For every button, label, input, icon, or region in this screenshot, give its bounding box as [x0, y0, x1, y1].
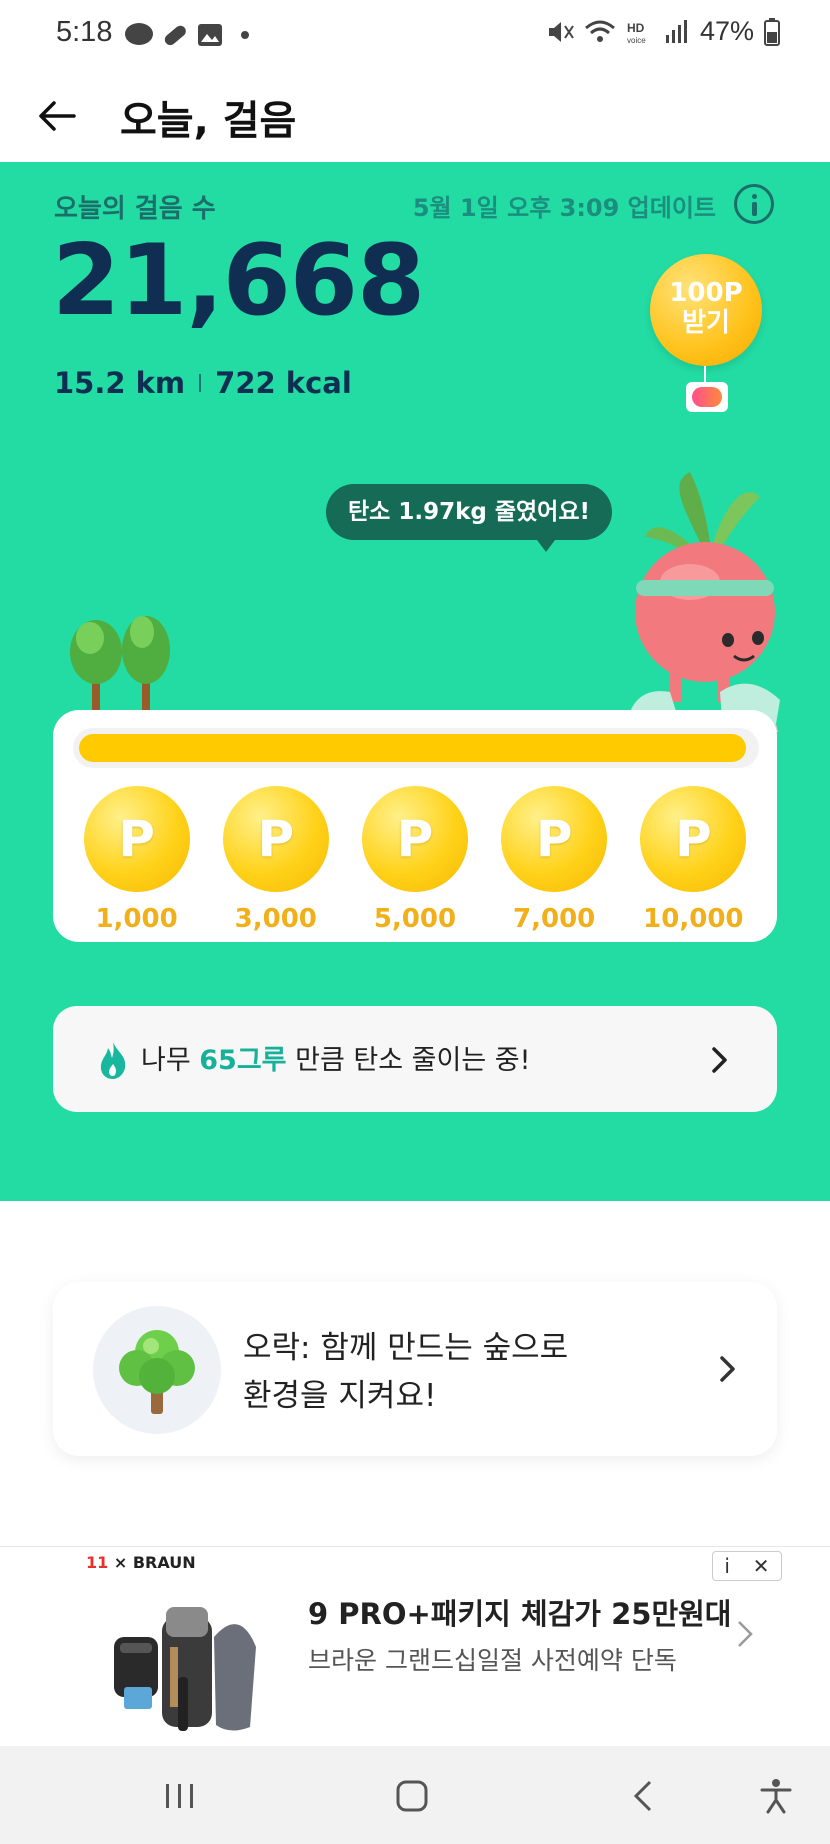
ad-subtitle: 브라운 그랜드십일절 사전예약 단독 — [308, 1646, 677, 1675]
steps-label: 오늘의 걸음 수 — [54, 194, 216, 224]
ad-brand-right: × BRAUN — [113, 1553, 196, 1572]
carbon-speech-bubble: 탄소 1.97kg 줄였어요! — [326, 484, 612, 540]
walk-stats: 15.2 km 722 kcal — [54, 366, 352, 400]
forest-card-line1: 오락: 함께 만드는 숲으로 — [243, 1330, 569, 1366]
milestone-label: 3,000 — [234, 904, 317, 934]
battery-icon — [764, 17, 780, 46]
info-icon[interactable] — [734, 184, 774, 224]
calories: 722 kcal — [215, 366, 352, 400]
tree-text-suffix: 만큼 탄소 줄이는 중! — [286, 1045, 531, 1076]
tree-count: 65그루 — [199, 1045, 287, 1076]
recent-apps-icon[interactable] — [160, 1776, 200, 1816]
svg-text:voice: voice — [627, 36, 646, 45]
point-coin-icon: P — [83, 786, 190, 892]
milestone-card: P 1,000 P 3,000 P 5,000 P 7,000 P 10,000 — [53, 710, 777, 942]
pill-notification-icon — [164, 25, 186, 46]
progress-track — [73, 728, 759, 768]
step-count: 21,668 — [52, 224, 425, 338]
milestone-label: 10,000 — [643, 904, 744, 934]
radish-mascot — [628, 472, 780, 737]
system-nav-bar — [0, 1746, 830, 1844]
svg-text:HD: HD — [627, 21, 645, 35]
trees-illustration — [70, 616, 170, 722]
carbon-tree-text: 나무 65그루 만큼 탄소 줄이는 중! — [141, 1038, 530, 1077]
milestone-item[interactable]: P 1,000 — [77, 786, 197, 934]
ad-title: 9 PRO+패키지 체감가 25만원대 — [308, 1597, 732, 1631]
balloon-string — [704, 366, 706, 382]
more-notifications-dot-icon — [241, 31, 249, 39]
ad-choices[interactable]: i ✕ — [712, 1551, 782, 1581]
tree-icon-circle — [93, 1306, 221, 1434]
app-header: 오늘, 걸음 — [0, 70, 830, 162]
reward-amount: 100P — [669, 278, 743, 308]
forest-campaign-card[interactable]: 오락: 함께 만드는 숲으로 환경을 지켜요! — [53, 1282, 777, 1456]
milestone-label: 7,000 — [513, 904, 596, 934]
status-bar: 5:18 HD voice 47% — [0, 0, 830, 70]
stats-divider — [199, 374, 202, 392]
forest-card-line2: 환경을 지켜요! — [243, 1378, 437, 1414]
mute-icon — [548, 21, 574, 42]
point-coin-icon: P — [501, 786, 608, 892]
home-icon[interactable] — [392, 1776, 432, 1816]
talk-notification-icon — [125, 23, 153, 45]
milestone-item[interactable]: P 10,000 — [633, 786, 753, 934]
chevron-right-icon — [738, 1621, 753, 1647]
milestone-label: 1,000 — [95, 904, 178, 934]
point-coin-icon: P — [222, 786, 329, 892]
carbon-tree-card[interactable]: 나무 65그루 만큼 탄소 줄이는 중! — [53, 1006, 777, 1112]
accessibility-icon[interactable] — [756, 1776, 796, 1816]
point-coin-icon: P — [361, 786, 468, 892]
signal-icon — [665, 19, 687, 43]
ad-info-icon[interactable]: i — [724, 1554, 730, 1578]
hd-voice-icon: HDvoice — [627, 21, 646, 45]
chevron-right-icon — [720, 1356, 735, 1382]
tree-text-prefix: 나무 — [141, 1045, 200, 1076]
gallery-notification-icon — [198, 24, 222, 46]
battery-percent: 47% — [699, 16, 754, 46]
status-time: 5:18 — [56, 16, 113, 48]
progress-fill — [79, 734, 746, 762]
back-nav-icon[interactable] — [624, 1776, 664, 1816]
page-title: 오늘, 걸음 — [120, 98, 297, 144]
milestone-label: 5,000 — [373, 904, 457, 934]
flame-icon — [100, 1042, 126, 1079]
speech-bubble-tail — [534, 536, 558, 552]
reward-action: 받기 — [682, 308, 730, 338]
status-right: HD voice 47% — [546, 16, 780, 47]
distance: 15.2 km — [54, 366, 186, 400]
milestone-item[interactable]: P 7,000 — [494, 786, 614, 934]
milestone-item[interactable]: P 5,000 — [355, 786, 475, 934]
shaver-product-image — [114, 1607, 256, 1731]
point-coin-icon: P — [640, 786, 747, 892]
chevron-right-icon — [712, 1047, 727, 1073]
ok-cashbag-logo — [686, 382, 728, 412]
ad-banner[interactable]: 11 × BRAUN 9 PRO+패키지 체감가 25만원대 브라운 그랜드십일… — [0, 1546, 830, 1746]
update-time: 5월 1일 오후 3:09 업데이트 — [412, 194, 716, 222]
tree-icon — [119, 1330, 195, 1414]
reward-balloon-button[interactable]: 100P 받기 — [650, 254, 762, 366]
ad-brand-logo: 11 × BRAUN — [86, 1553, 196, 1572]
wifi-icon — [584, 20, 615, 42]
back-arrow-icon[interactable] — [30, 88, 86, 144]
steps-hero: 오늘의 걸음 수 5월 1일 오후 3:09 업데이트 21,668 15.2 … — [0, 162, 830, 1201]
forest-card-text: 오락: 함께 만드는 숲으로 환경을 지켜요! — [243, 1324, 568, 1420]
milestone-list: P 1,000 P 3,000 P 5,000 P 7,000 P 10,000 — [53, 786, 777, 934]
ad-brand-left: 11 — [86, 1553, 109, 1572]
milestone-item[interactable]: P 3,000 — [216, 786, 336, 934]
ad-close-icon[interactable]: ✕ — [753, 1554, 770, 1578]
